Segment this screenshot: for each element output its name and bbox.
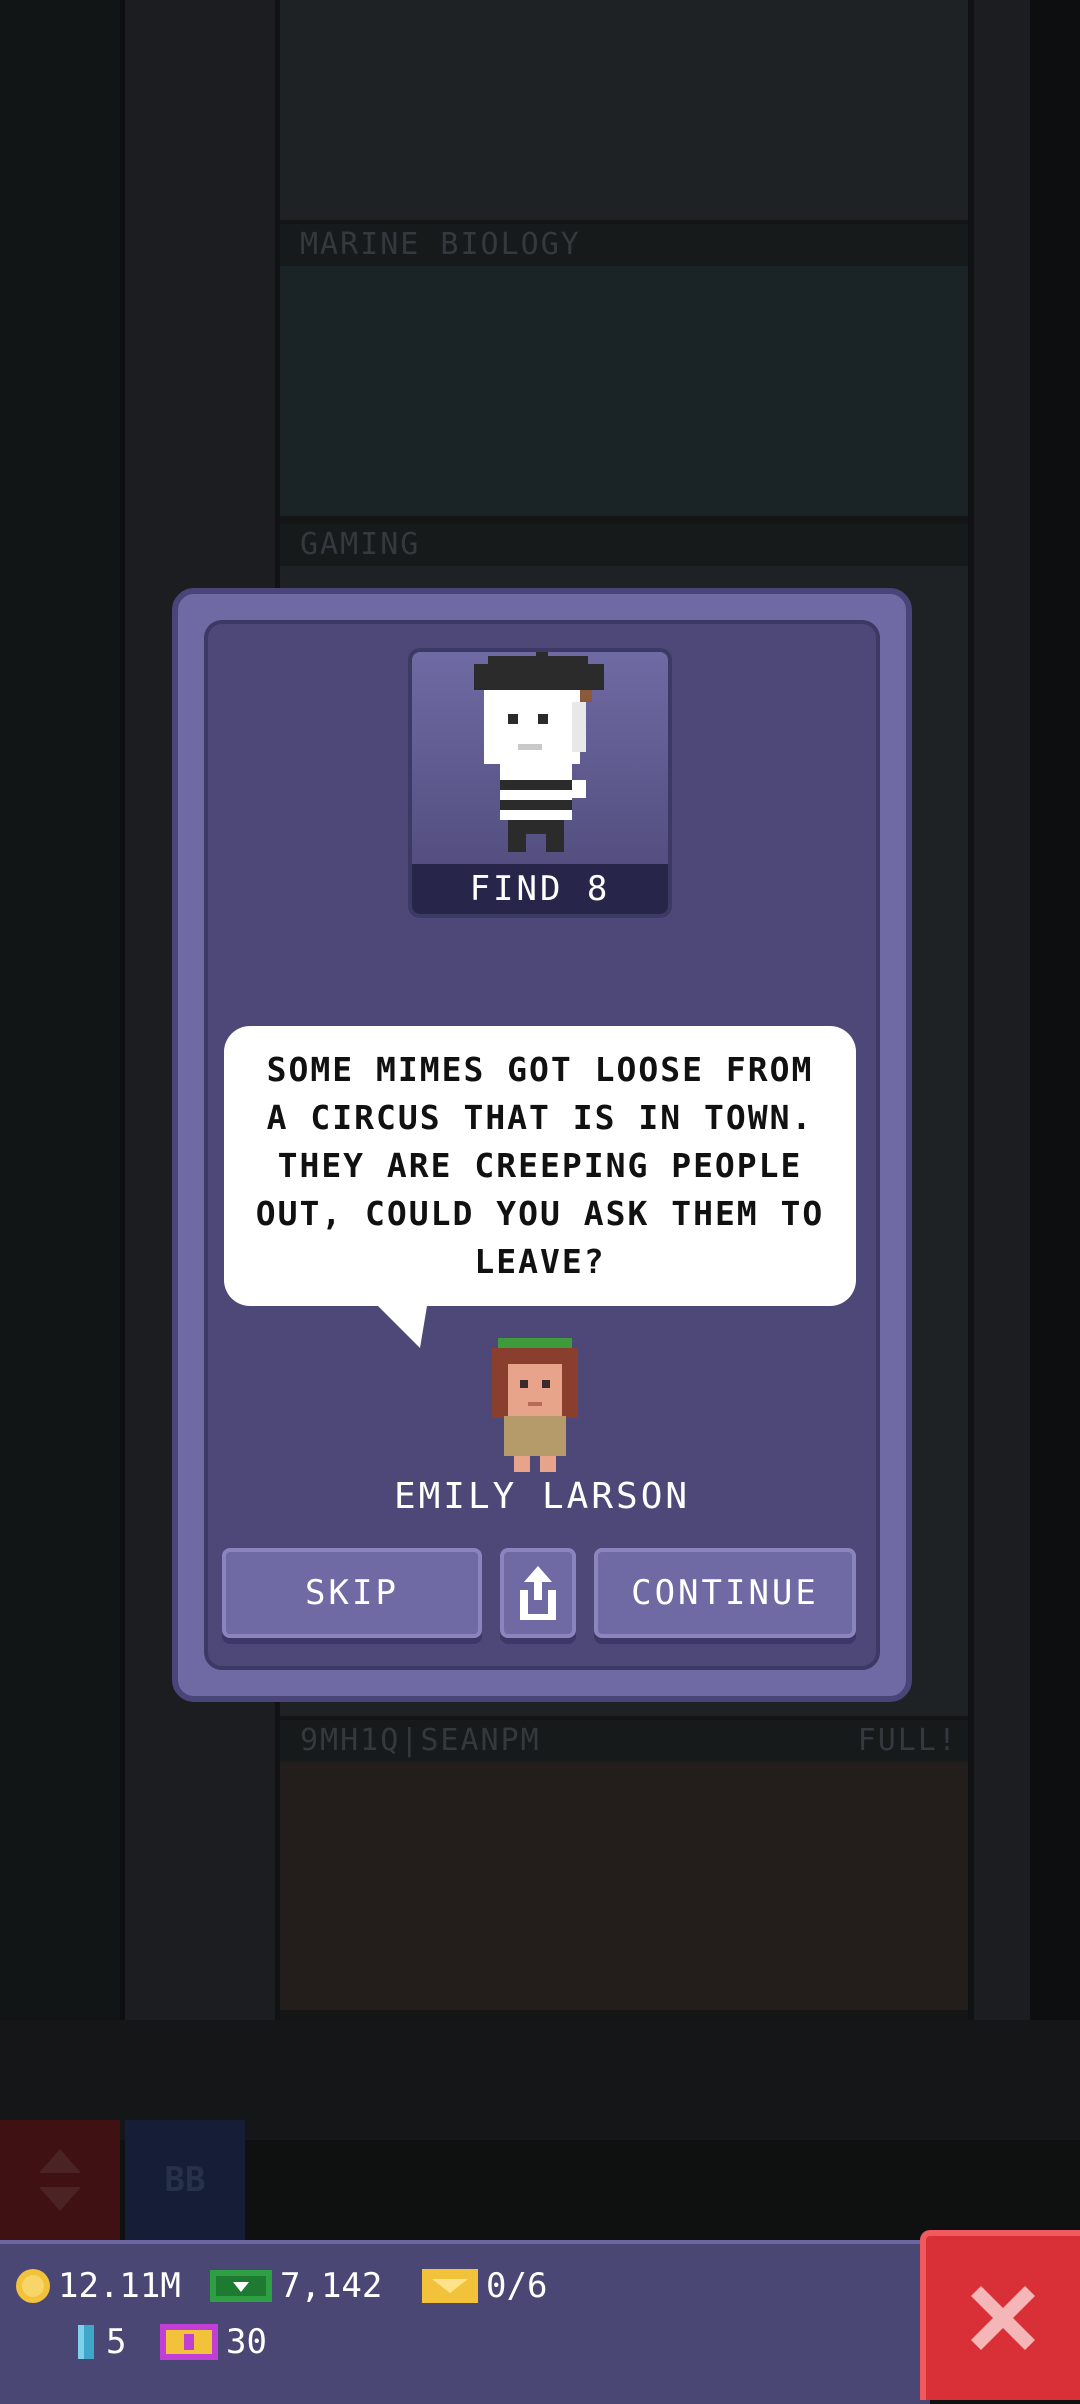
bux-icon bbox=[210, 2270, 272, 2302]
keys-display[interactable]: 5 bbox=[72, 2322, 126, 2362]
mission-message: SOME MIMES GOT LOOSE FROM A CIRCUS THAT … bbox=[255, 1050, 825, 1281]
bux-display[interactable]: 7,142 bbox=[208, 2266, 382, 2306]
skip-button-label: SKIP bbox=[305, 1573, 399, 1613]
tickets-value: 0/6 bbox=[486, 2266, 548, 2306]
share-button[interactable] bbox=[500, 1548, 576, 1638]
continue-button[interactable]: CONTINUE bbox=[594, 1548, 856, 1638]
speech-bubble: SOME MIMES GOT LOOSE FROM A CIRCUS THAT … bbox=[224, 1026, 856, 1306]
continue-button-label: CONTINUE bbox=[631, 1573, 819, 1613]
skip-button[interactable]: SKIP bbox=[222, 1548, 482, 1638]
speech-bubble-tail bbox=[372, 1300, 428, 1348]
key-icon bbox=[78, 2325, 94, 2359]
close-button[interactable] bbox=[920, 2230, 1080, 2400]
ticket-icon bbox=[422, 2269, 478, 2303]
close-icon bbox=[971, 2286, 1035, 2350]
speaker-name: EMILY LARSON bbox=[393, 1476, 691, 1517]
tv-value: 30 bbox=[226, 2322, 267, 2362]
coins-display[interactable]: 12.11M bbox=[14, 2266, 181, 2306]
resource-bar: 12.11M 7,142 0/6 5 30 bbox=[0, 2240, 930, 2404]
tv-display[interactable]: 30 bbox=[158, 2322, 267, 2362]
keys-value: 5 bbox=[106, 2322, 127, 2362]
coin-icon bbox=[16, 2269, 50, 2303]
find-count-banner: FIND 8 bbox=[412, 864, 668, 914]
coins-value: 12.11M bbox=[58, 2266, 181, 2306]
mime-sprite bbox=[474, 652, 604, 852]
speaker-avatar bbox=[492, 1338, 578, 1472]
bux-value: 7,142 bbox=[280, 2266, 383, 2306]
share-icon bbox=[520, 1566, 556, 1620]
tickets-display[interactable]: 0/6 bbox=[420, 2266, 547, 2306]
tv-icon bbox=[160, 2324, 218, 2360]
target-portrait-card: FIND 8 bbox=[408, 648, 672, 918]
